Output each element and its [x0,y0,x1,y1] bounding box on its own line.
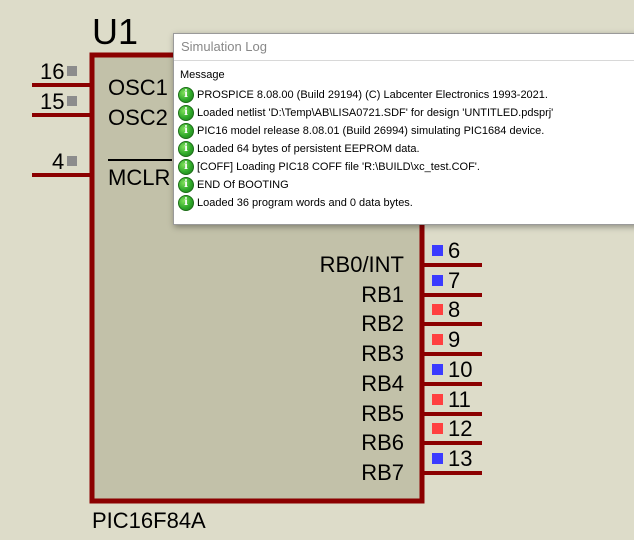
pin-state-marker-8 [432,304,443,315]
pin-number-16: 16 [40,59,65,84]
log-entry-text: PIC16 model release 8.08.01 (Build 26994… [197,125,545,137]
info-icon: i [178,195,194,211]
log-entry[interactable]: i Loaded netlist 'D:\Temp\AB\LISA0721.SDF… [178,104,634,122]
info-icon: i [178,105,194,121]
pin-number-15: 15 [40,89,65,114]
pin-number-10: 10 [448,357,473,382]
log-entry[interactable]: i PIC16 model release 8.08.01 (Build 2699… [178,122,634,140]
pin-label-rb2: RB2 [361,311,404,336]
pin-label-rb7: RB7 [361,460,404,485]
pin-number-13: 13 [448,446,473,471]
info-icon: i [178,159,194,175]
pin-number-11: 11 [448,387,471,412]
column-header-message[interactable]: Message [174,61,634,83]
log-entry[interactable]: i Loaded 36 program words and 0 data byte… [178,194,634,212]
pin-state-marker-6 [432,245,443,256]
pin-number-7: 7 [448,268,461,293]
pin-state-marker-13 [432,453,443,464]
pin-state-marker-15 [67,96,77,106]
component-part-name: PIC16F84A [92,508,206,533]
info-icon: i [178,87,194,103]
log-entry[interactable]: i [COFF] Loading PIC18 COFF file 'R:\BUIL… [178,158,634,176]
log-list[interactable]: i PROSPICE 8.08.00 (Build 29194) (C) Labc… [174,83,634,212]
info-icon: i [178,123,194,139]
log-entry-text: PROSPICE 8.08.00 (Build 29194) (C) Labce… [197,89,548,101]
component-reference: U1 [92,11,139,52]
log-entry-text: [COFF] Loading PIC18 COFF file 'R:\BUILD… [197,161,480,173]
pin-state-marker-16 [67,66,77,76]
pin-label-osc2: OSC2 [108,105,168,130]
pin-state-marker-12 [432,423,443,434]
log-entry-text: Loaded 36 program words and 0 data bytes… [197,197,413,209]
log-entry[interactable]: i END Of BOOTING [178,176,634,194]
pin-number-8: 8 [448,297,461,322]
pin-label-rb0-int: RB0/INT [319,252,404,277]
pin-label-osc1: OSC1 [108,75,168,100]
log-entry[interactable]: i PROSPICE 8.08.00 (Build 29194) (C) Labc… [178,86,634,104]
window-title[interactable]: Simulation Log [174,34,634,61]
log-entry-text: Loaded netlist 'D:\Temp\AB\LISA0721.SDF'… [197,107,554,119]
pin-number-6: 6 [448,238,461,263]
pin-label-rb3: RB3 [361,341,404,366]
info-icon: i [178,141,194,157]
pin-state-marker-9 [432,334,443,345]
log-entry-text: Loaded 64 bytes of persistent EEPROM dat… [197,143,420,155]
pin-number-4: 4 [52,149,65,174]
pin-number-12: 12 [448,416,473,441]
log-entry[interactable]: i Loaded 64 bytes of persistent EEPROM da… [178,140,634,158]
pin-state-marker-7 [432,275,443,286]
info-icon: i [178,177,194,193]
pin-number-9: 9 [448,327,461,352]
pin-label-rb4: RB4 [361,371,404,396]
pin-label-rb6: RB6 [361,430,404,455]
pin-label-mclr: MCLR [108,165,171,190]
pin-label-rb5: RB5 [361,401,404,426]
pin-state-marker-10 [432,364,443,375]
pin-label-rb1: RB1 [361,282,404,307]
log-entry-text: END Of BOOTING [197,179,289,191]
pin-state-marker-11 [432,394,443,405]
pin-state-marker-4 [67,156,77,166]
simulation-log-window[interactable]: Simulation Log Message i PROSPICE 8.08.00… [173,33,634,225]
